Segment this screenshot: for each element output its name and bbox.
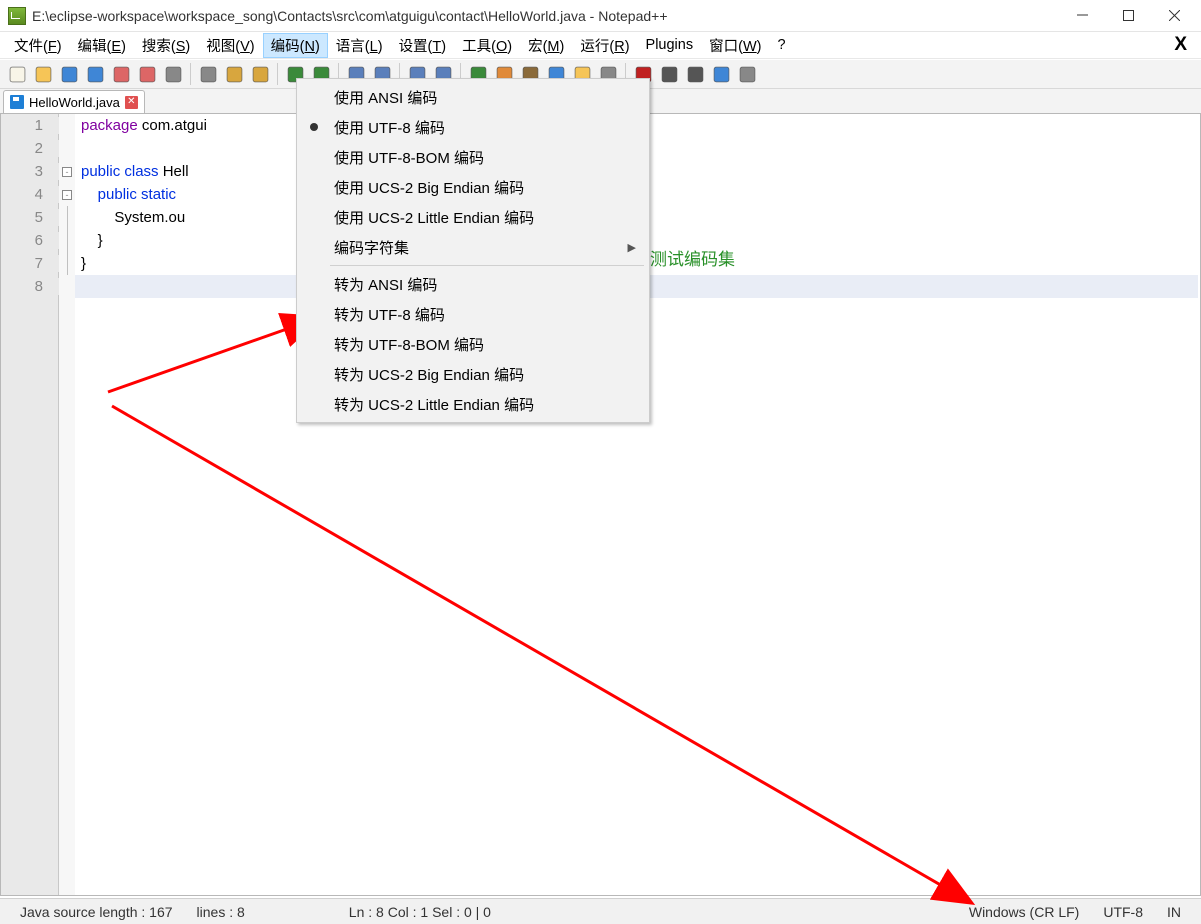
tab-close-icon[interactable]: ✕: [125, 96, 138, 109]
status-length: Java source length : 167: [8, 904, 185, 920]
menu-l[interactable]: 语言(L): [328, 33, 391, 58]
mdi-close-button[interactable]: X: [1166, 34, 1195, 56]
save-icon: [10, 95, 24, 109]
status-lines: lines : 8: [185, 904, 257, 920]
fold-marker[interactable]: [59, 252, 75, 275]
menu-item-label: 使用 UCS-2 Big Endian 编码: [334, 177, 524, 198]
fold-marker[interactable]: [59, 206, 75, 229]
line-number: 4: [1, 186, 59, 203]
encoding-option[interactable]: 使用 UCS-2 Little Endian 编码: [300, 202, 646, 232]
code-text: public class Hell: [75, 163, 189, 180]
menu-item-label: 转为 UTF-8-BOM 编码: [334, 334, 484, 355]
app-icon: [8, 7, 26, 25]
encoding-option[interactable]: 编码字符集 ▶: [300, 232, 646, 262]
status-eol: Windows (CR LF): [957, 904, 1091, 920]
menu-r[interactable]: 运行(R): [572, 33, 637, 58]
menu-w[interactable]: 窗口(W): [701, 33, 769, 58]
close-button[interactable]: [109, 62, 133, 86]
menu-f[interactable]: 文件(F): [6, 33, 70, 58]
menu-item-label: 使用 UTF-8 编码: [334, 117, 445, 138]
new-button[interactable]: [5, 62, 29, 86]
code-text: }: [75, 232, 103, 249]
line-number: 5: [1, 209, 59, 226]
play-button[interactable]: [683, 62, 707, 86]
submenu-arrow-icon: ▶: [628, 241, 636, 254]
menu-item-label: 使用 ANSI 编码: [334, 87, 437, 108]
tab-label: HelloWorld.java: [29, 95, 120, 110]
line-number: 1: [1, 117, 59, 134]
menu-e[interactable]: 编辑(E): [70, 33, 134, 58]
line-number: 3: [1, 163, 59, 180]
play-multi-button[interactable]: [709, 62, 733, 86]
code-text: }: [75, 255, 86, 272]
encoding-option[interactable]: 使用 ANSI 编码: [300, 82, 646, 112]
menu-item-label: 使用 UCS-2 Little Endian 编码: [334, 207, 534, 228]
encoding-convert-option[interactable]: 转为 UCS-2 Little Endian 编码: [300, 389, 646, 419]
fold-marker[interactable]: [59, 229, 75, 252]
annotation-text: 测试编码集: [650, 245, 735, 270]
status-insert-mode: IN: [1155, 904, 1193, 920]
fold-marker[interactable]: -: [59, 167, 75, 177]
bullet-icon: [310, 123, 318, 131]
menu-?[interactable]: ?: [769, 35, 793, 55]
menu-o[interactable]: 工具(O): [454, 33, 520, 58]
encoding-option[interactable]: 使用 UCS-2 Big Endian 编码: [300, 172, 646, 202]
menu-item-label: 转为 UCS-2 Little Endian 编码: [334, 394, 534, 415]
fold-marker[interactable]: -: [59, 190, 75, 200]
stop-button[interactable]: [657, 62, 681, 86]
maximize-button[interactable]: [1105, 1, 1151, 31]
save-button[interactable]: [57, 62, 81, 86]
status-encoding: UTF-8: [1091, 904, 1155, 920]
menu-s[interactable]: 搜索(S): [134, 33, 198, 58]
menu-item-label: 转为 ANSI 编码: [334, 274, 437, 295]
code-text: public static: [75, 186, 176, 203]
encoding-option[interactable]: 使用 UTF-8 编码: [300, 112, 646, 142]
window-title: E:\eclipse-workspace\workspace_song\Cont…: [32, 8, 1059, 24]
save-all-button[interactable]: [83, 62, 107, 86]
titlebar: E:\eclipse-workspace\workspace_song\Cont…: [0, 0, 1201, 32]
encoding-convert-option[interactable]: 转为 UCS-2 Big Endian 编码: [300, 359, 646, 389]
menu-m[interactable]: 宏(M): [520, 33, 572, 58]
cut-button[interactable]: [196, 62, 220, 86]
line-number: 8: [1, 278, 59, 295]
line-number: 6: [1, 232, 59, 249]
tab-helloworld[interactable]: HelloWorld.java ✕: [3, 90, 145, 113]
line-number: 7: [1, 255, 59, 272]
menu-item-label: 转为 UCS-2 Big Endian 编码: [334, 364, 524, 385]
menu-t[interactable]: 设置(T): [391, 33, 455, 58]
save-macro-button[interactable]: [735, 62, 759, 86]
menu-item-label: 编码字符集: [334, 237, 409, 258]
paste-button[interactable]: [248, 62, 272, 86]
menu-n[interactable]: 编码(N): [263, 33, 328, 58]
encoding-convert-option[interactable]: 转为 ANSI 编码: [300, 269, 646, 299]
menu-item-label: 使用 UTF-8-BOM 编码: [334, 147, 484, 168]
menubar: 文件(F)编辑(E)搜索(S)视图(V)编码(N)语言(L)设置(T)工具(O)…: [0, 32, 1201, 59]
line-number: 2: [1, 140, 59, 157]
menu-v[interactable]: 视图(V): [198, 33, 262, 58]
encoding-option[interactable]: 使用 UTF-8-BOM 编码: [300, 142, 646, 172]
encoding-convert-option[interactable]: 转为 UTF-8 编码: [300, 299, 646, 329]
minimize-button[interactable]: [1059, 1, 1105, 31]
status-caret: Ln : 8 Col : 1 Sel : 0 | 0: [337, 904, 503, 920]
close-button[interactable]: [1151, 1, 1197, 31]
menu-item-label: 转为 UTF-8 编码: [334, 304, 445, 325]
menu-plugins[interactable]: Plugins: [638, 35, 702, 55]
encoding-convert-option[interactable]: 转为 UTF-8-BOM 编码: [300, 329, 646, 359]
open-button[interactable]: [31, 62, 55, 86]
print-button[interactable]: [161, 62, 185, 86]
close-all-button[interactable]: [135, 62, 159, 86]
encoding-menu: 使用 ANSI 编码使用 UTF-8 编码使用 UTF-8-BOM 编码使用 U…: [296, 78, 650, 423]
menu-separator: [330, 265, 644, 266]
statusbar: Java source length : 167 lines : 8 Ln : …: [0, 898, 1201, 924]
code-text: package com.atgui: [75, 117, 207, 134]
code-text: System.ou: [75, 209, 185, 226]
copy-button[interactable]: [222, 62, 246, 86]
